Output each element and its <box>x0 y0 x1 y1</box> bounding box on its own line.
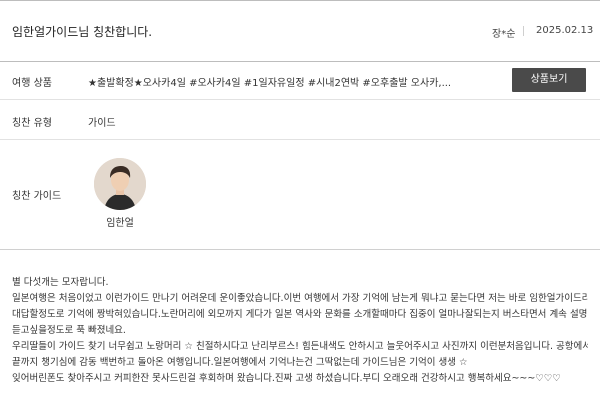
review-line: 일본여행은 처음이었고 이런가이드 만나기 어려운데 운이좋았습니다.이번 여행… <box>12 293 588 304</box>
review-line: 듣고싶을정도로 푹 빠졌네요. <box>12 325 126 336</box>
review-header: 임한얼가이드님 칭찬합니다. 장*순 2025.02.13 <box>0 0 600 62</box>
review-line: 우리딸들이 가이드 찾기 너무쉽고 노랑머리 ☆ 친절하시다고 난리부르스! 힘… <box>12 341 588 352</box>
header-divider <box>523 26 524 36</box>
product-value: ★출발확정★오사카4일 #오사카4일 #1일자유일정 #시내2연박 #오후출발 … <box>88 78 452 89</box>
review-line: 대답할정도로 기억에 짱박혀있습니다.노란머리에 외모까지 게다가 일본 역사와… <box>12 309 588 320</box>
type-value: 가이드 <box>88 118 116 129</box>
review-date: 2025.02.13 <box>536 25 594 36</box>
review-detail: 임한얼가이드님 칭찬합니다. 장*순 2025.02.13 여행 상품 ★출발확… <box>0 0 600 400</box>
guide-avatar <box>94 158 146 210</box>
view-product-button[interactable]: 상품보기 <box>512 68 586 92</box>
guide-row: 칭찬 가이드 <box>0 140 600 250</box>
type-label: 칭찬 유형 <box>12 118 52 129</box>
author-name: 장*순 <box>492 29 516 40</box>
review-line: 잊어버린폰도 찾아주시고 커피한잔 못사드린걸 후회하며 왔습니다.진짜 고생 … <box>12 373 561 384</box>
review-line: 끝까지 챙기심에 감동 백번하고 돌아온 여행입니다.일본여행에서 기억나는건 … <box>12 357 468 368</box>
guide-name: 임한얼 <box>106 218 134 229</box>
review-line: 별 다섯개는 모자랍니다. <box>12 277 109 288</box>
review-title: 임한얼가이드님 칭찬합니다. <box>12 25 153 39</box>
guide-label: 칭찬 가이드 <box>12 191 62 202</box>
guide-photo-icon <box>94 158 146 210</box>
product-row: 여행 상품 ★출발확정★오사카4일 #오사카4일 #1일자유일정 #시내2연박 … <box>0 62 600 100</box>
review-body: 별 다섯개는 모자랍니다. 일본여행은 처음이었고 이런가이드 만나기 어려운데… <box>12 275 588 387</box>
type-row: 칭찬 유형 가이드 <box>0 100 600 140</box>
product-label: 여행 상품 <box>12 78 52 89</box>
